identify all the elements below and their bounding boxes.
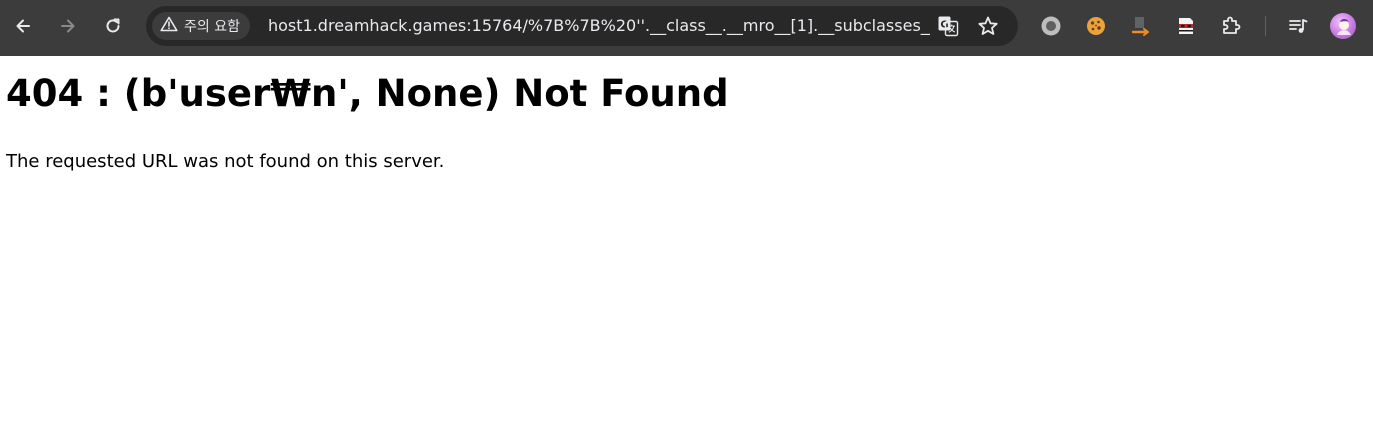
download-extension-icon[interactable] [1128,13,1154,39]
reload-button[interactable] [96,9,130,43]
back-button[interactable] [6,9,40,43]
puzzle-extensions-icon[interactable] [1218,13,1244,39]
address-bar[interactable]: 주의 요함 host1.dreamhack.games:15764/%7B%7B… [146,6,1018,46]
reload-icon [103,16,123,36]
url-text[interactable]: host1.dreamhack.games:15764/%7B%7B%20''.… [268,6,930,46]
error-heading: 404 : (b'user₩n', None) Not Found [6,72,729,115]
page-content: 404 : (b'user₩n', None) Not Found The re… [0,56,1373,421]
mask-extension-icon[interactable] [1173,13,1199,39]
star-icon[interactable] [976,14,1000,38]
toolbar-divider [1265,16,1266,36]
arrow-right-icon [58,16,78,36]
profile-avatar[interactable] [1330,13,1356,39]
error-message: The requested URL was not found on this … [6,151,445,172]
media-controls-icon[interactable] [1285,13,1311,39]
cookie-extension-icon[interactable] [1083,13,1109,39]
browser-window: 주의 요함 host1.dreamhack.games:15764/%7B%7B… [0,0,1373,421]
translate-icon[interactable]: G [936,14,960,38]
arrow-left-icon [13,16,33,36]
warning-triangle-icon [160,16,178,36]
forward-button[interactable] [51,9,85,43]
record-extension-icon[interactable] [1038,13,1064,39]
security-status-chip[interactable]: 주의 요함 [152,12,250,40]
security-chip-label: 주의 요함 [184,19,240,35]
browser-toolbar: 주의 요함 host1.dreamhack.games:15764/%7B%7B… [0,0,1373,56]
